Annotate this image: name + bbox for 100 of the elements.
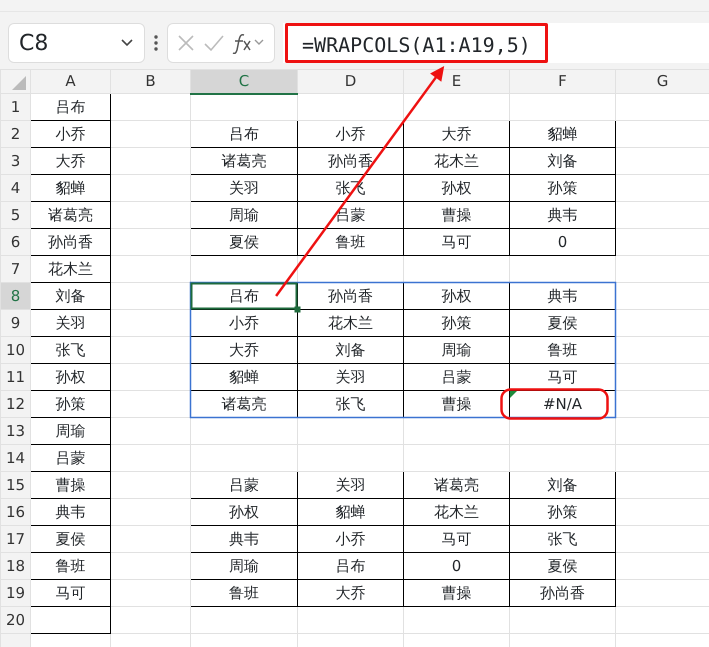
table-cell: 马可: [30, 580, 110, 606]
row-number: 4: [10, 178, 20, 197]
table-cell: 刘备: [298, 336, 404, 364]
table-cell: 曹操: [404, 202, 510, 228]
table-cell: 吕蒙: [190, 472, 298, 498]
table-cell: 周瑜: [190, 202, 298, 228]
row-number: 1: [10, 98, 20, 116]
table-cell: 吕蒙: [404, 364, 510, 390]
table-cell: 孙权: [190, 498, 298, 526]
table-cell: 孙权: [30, 364, 110, 390]
table-cell: 鲁班: [190, 580, 298, 606]
table-cell: 0: [404, 552, 510, 580]
table-cell: 貂蝉: [190, 364, 298, 390]
table-cell: 貂蝉: [30, 174, 110, 202]
table-cell: 曹操: [30, 472, 110, 498]
row-number: 12: [6, 394, 26, 413]
table-cell: 貂蝉: [298, 498, 404, 526]
table-cell: 刘备: [510, 148, 616, 174]
table-cell: 孙尚香: [298, 148, 404, 174]
table-cell: 周瑜: [30, 418, 110, 444]
table-cell: 张飞: [30, 336, 110, 364]
table-cell: 大乔: [190, 336, 298, 364]
table-cell: 吕布: [190, 120, 298, 148]
row-number: 15: [6, 476, 26, 494]
error-indicator-icon[interactable]: [510, 391, 517, 398]
table-cell: 花木兰: [404, 148, 510, 174]
table-cell: 吕布: [30, 94, 110, 120]
table-cell: 夏侯: [190, 228, 298, 256]
table-cell: 孙策: [404, 310, 510, 336]
table-cell: 花木兰: [30, 256, 110, 282]
table-cell: 鲁班: [30, 552, 110, 580]
table-cell: 马可: [404, 228, 510, 256]
row-number: 6: [10, 232, 20, 251]
row-number: 2: [10, 124, 20, 143]
table-cell: 吕蒙: [30, 444, 110, 472]
table-cell: 鲁班: [298, 228, 404, 256]
table-cell: 典韦: [510, 202, 616, 228]
cell-reference: C8: [19, 30, 48, 58]
table-cell: 典韦: [30, 498, 110, 526]
row-number: 7: [10, 260, 20, 278]
table-cell: 孙尚香: [510, 580, 616, 606]
formula-field[interactable]: =WRAPCOLS(A1:A19,5): [285, 23, 548, 63]
row-number: 5: [10, 206, 20, 224]
table-cell: 诸葛亮: [30, 202, 110, 228]
table-cell: 孙权: [404, 282, 510, 310]
table-cell: 大乔: [30, 148, 110, 174]
table-cell: 孙尚香: [30, 228, 110, 256]
column-header[interactable]: B: [110, 70, 190, 94]
row-number: 14: [6, 448, 26, 467]
table-cell: 孙策: [30, 390, 110, 418]
table-cell: 关羽: [298, 364, 404, 390]
table-cell: 夏侯: [510, 552, 616, 580]
table-cell: 周瑜: [190, 552, 298, 580]
column-header[interactable]: D: [298, 70, 404, 94]
table-cell: 大乔: [404, 120, 510, 148]
row-number: 9: [10, 314, 20, 332]
row-number: 16: [6, 502, 26, 521]
table-cell: 马可: [404, 526, 510, 552]
table-cell: 小乔: [298, 526, 404, 552]
table-cell: 曹操: [404, 580, 510, 606]
row-number: 8: [10, 286, 20, 305]
row-number: 18: [6, 556, 26, 575]
table-cell: 大乔: [298, 580, 404, 606]
table-cell: 张飞: [510, 526, 616, 552]
table-cell: 关羽: [298, 472, 404, 498]
checkmark-icon[interactable]: [202, 33, 225, 53]
table-cell: 小乔: [298, 120, 404, 148]
row-number: 20: [6, 610, 26, 629]
row-number: 10: [6, 340, 26, 359]
table-cell: 夏侯: [30, 526, 110, 552]
more-options-icon[interactable]: [153, 34, 159, 52]
table-cell: 孙策: [510, 498, 616, 526]
table-cell: 关羽: [190, 174, 298, 202]
table-cell: 典韦: [190, 526, 298, 552]
table-cell: 关羽: [30, 310, 110, 336]
table-cell: 孙策: [510, 174, 616, 202]
table-cell: 小乔: [30, 120, 110, 148]
table-cell: 貂蝉: [510, 120, 616, 148]
table-cell: 刘备: [30, 282, 110, 310]
row-number: 19: [6, 584, 26, 602]
row-number: 17: [6, 530, 26, 548]
table-cell: 诸葛亮: [190, 148, 298, 174]
function-icon[interactable]: [232, 32, 266, 54]
name-box[interactable]: C8: [8, 23, 145, 63]
table-cell: 孙权: [404, 174, 510, 202]
column-header[interactable]: G: [616, 70, 709, 94]
row-number: 11: [6, 368, 26, 386]
table-cell: 吕布: [298, 552, 404, 580]
table-cell: 诸葛亮: [404, 472, 510, 498]
column-header[interactable]: E: [404, 70, 510, 94]
row-number: 3: [10, 152, 20, 170]
table-cell: 周瑜: [404, 336, 510, 364]
table-cell: 0: [510, 228, 616, 256]
row-number: 13: [6, 422, 26, 440]
column-header[interactable]: A: [30, 70, 110, 94]
column-header[interactable]: F: [510, 70, 616, 94]
table-cell: 刘备: [510, 472, 616, 498]
chevron-down-icon: [120, 38, 134, 48]
table-cell: 花木兰: [404, 498, 510, 526]
column-header[interactable]: C: [190, 70, 298, 94]
